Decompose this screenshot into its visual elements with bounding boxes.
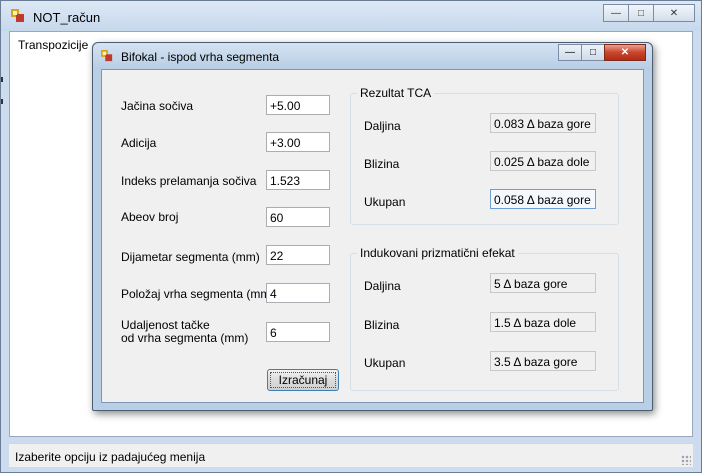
tca-distance-result: 0.083 Δ baza gore: [490, 113, 596, 133]
dialog-titlebar[interactable]: Bifokal - ispod vrha segmenta — □ ✕: [93, 43, 652, 69]
tca-distance-label: Daljina: [364, 119, 401, 133]
dialog-app-icon: [101, 50, 113, 62]
main-titlebar[interactable]: NOT_račun — □ ✕: [1, 1, 701, 31]
tca-near-label: Blizina: [364, 157, 400, 171]
segment-top-position-input[interactable]: 4: [266, 283, 330, 303]
maximize-button[interactable]: □: [628, 4, 654, 22]
tca-groupbox: Rezultat TCA Daljina Blizina Ukupan 0.08…: [350, 86, 619, 225]
close-button[interactable]: ✕: [653, 4, 695, 22]
prism-groupbox: Indukovani prizmatični efekat Daljina Bl…: [350, 246, 619, 391]
minimize-icon: —: [611, 7, 621, 19]
addition-input[interactable]: +3.00: [266, 132, 330, 152]
edge-marker: [1, 77, 3, 82]
tca-near-result: 0.025 Δ baza dole: [490, 151, 596, 171]
menu-item-transpozicije[interactable]: Transpozicije: [18, 38, 88, 52]
dialog-minimize-button[interactable]: —: [558, 44, 582, 61]
status-text: Izaberite opciju iz padajućeg menija: [15, 450, 206, 464]
prism-total-label: Ukupan: [364, 356, 406, 370]
app-icon: [11, 9, 24, 22]
prism-total-result: 3.5 Δ baza gore: [490, 351, 596, 371]
segment-top-position-label: Položaj vrha segmenta (mm): [121, 287, 275, 301]
prism-group-title: Indukovani prizmatični efekat: [357, 246, 518, 260]
tca-total-label: Ukupan: [364, 195, 406, 209]
point-distance-input[interactable]: 6: [266, 322, 330, 342]
maximize-icon: □: [589, 47, 597, 58]
prism-near-label: Blizina: [364, 318, 400, 332]
close-icon: ✕: [620, 47, 630, 58]
status-bar: Izaberite opciju iz padajućeg menija: [9, 443, 693, 467]
lens-power-label: Jačina sočiva: [121, 99, 194, 113]
dialog-maximize-button[interactable]: □: [581, 44, 605, 61]
segment-diameter-label: Dijametar segmenta (mm): [121, 250, 260, 264]
bifokal-dialog: Bifokal - ispod vrha segmenta — □ ✕ Jači…: [92, 42, 653, 411]
abbe-number-input[interactable]: 60: [266, 207, 330, 227]
lens-power-input[interactable]: +5.00: [266, 95, 330, 115]
main-window-title: NOT_račun: [33, 10, 101, 25]
minimize-button[interactable]: —: [603, 4, 629, 22]
dialog-caption-buttons: — □ ✕: [558, 44, 646, 61]
dialog-title: Bifokal - ispod vrha segmenta: [121, 50, 280, 64]
point-distance-label-line1: Udaljenost tačke: [121, 318, 210, 332]
abbe-number-label: Abeov broj: [121, 210, 179, 224]
resize-grip-icon[interactable]: [681, 455, 691, 465]
refractive-index-label: Indeks prelamanja sočiva: [121, 174, 257, 188]
dialog-client-area: Jačina sočiva Adicija Indeks prelamanja …: [101, 69, 644, 403]
prism-distance-result: 5 Δ baza gore: [490, 273, 596, 293]
minimize-icon: —: [565, 47, 575, 58]
dialog-close-button[interactable]: ✕: [604, 44, 646, 61]
refractive-index-input[interactable]: 1.523: [266, 170, 330, 190]
addition-label: Adicija: [121, 136, 157, 150]
tca-group-title: Rezultat TCA: [357, 86, 435, 100]
main-caption-buttons: — □ ✕: [603, 4, 695, 22]
maximize-icon: □: [637, 7, 645, 19]
edge-marker: [1, 99, 3, 104]
prism-distance-label: Daljina: [364, 279, 401, 293]
close-icon: ✕: [669, 7, 679, 19]
segment-diameter-input[interactable]: 22: [266, 245, 330, 265]
calculate-button[interactable]: Izračunaj: [267, 369, 339, 391]
tca-total-result: 0.058 Δ baza gore: [490, 189, 596, 209]
prism-near-result: 1.5 Δ baza dole: [490, 312, 596, 332]
point-distance-label-line2: od vrha segmenta (mm): [121, 331, 249, 345]
